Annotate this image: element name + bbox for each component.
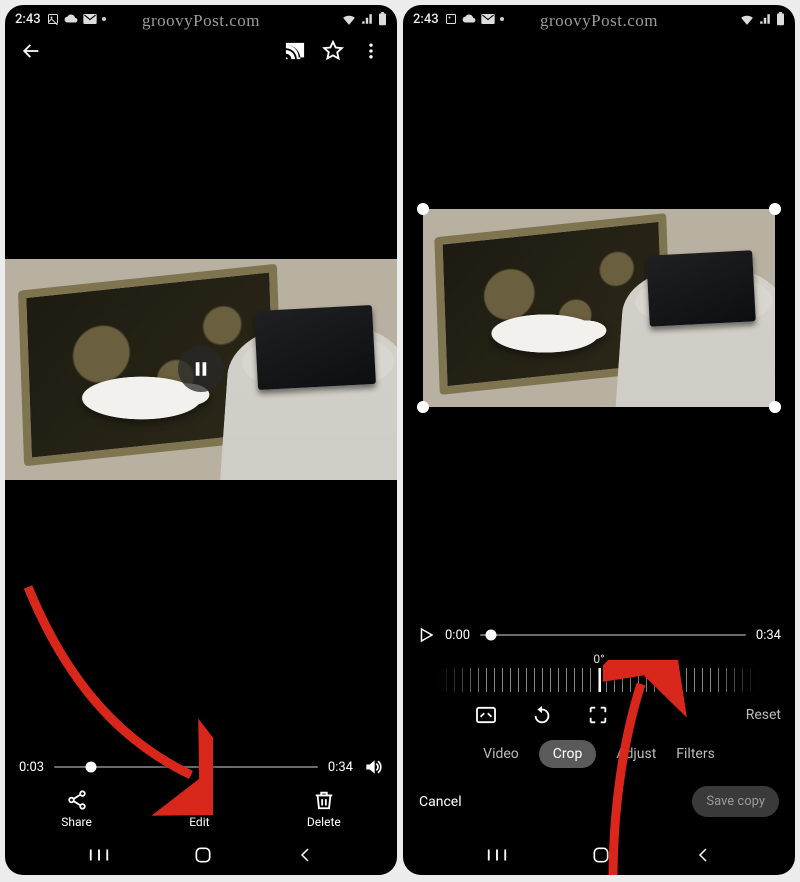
- progress-row: 0:03 0:34: [5, 751, 397, 777]
- delete-button[interactable]: Delete: [307, 789, 341, 829]
- editor-tabs: Video Crop Adjust Filters: [403, 732, 795, 776]
- signal-icon: [361, 13, 373, 25]
- overflow-menu-button[interactable]: [357, 37, 385, 65]
- progress-thumb[interactable]: [86, 762, 97, 773]
- more-notifications-dot: [500, 17, 504, 21]
- nav-home[interactable]: [193, 845, 213, 865]
- nav-recents[interactable]: [486, 846, 508, 864]
- status-bar: 2:43 groovyPost.com: [403, 5, 795, 33]
- progress-bar[interactable]: [54, 766, 318, 768]
- signal-icon: [759, 13, 771, 25]
- time-elapsed: 0:03: [19, 760, 44, 775]
- rotate-button[interactable]: [531, 704, 553, 726]
- status-bar: 2:43 groovyPost.com: [5, 5, 397, 33]
- tab-crop[interactable]: Crop: [539, 740, 597, 768]
- time-total: 0:34: [756, 628, 781, 643]
- cast-button[interactable]: [281, 37, 309, 65]
- appbar: [5, 33, 397, 69]
- volume-button[interactable]: [363, 757, 383, 777]
- crop-handle-bl[interactable]: [417, 401, 429, 413]
- time-elapsed: 0:00: [445, 628, 470, 643]
- back-button[interactable]: [17, 37, 45, 65]
- crop-area[interactable]: [423, 209, 775, 407]
- gmail-icon: [83, 14, 97, 24]
- time-total: 0:34: [328, 760, 353, 775]
- share-label: Share: [61, 815, 92, 829]
- crop-handle-tr[interactable]: [769, 203, 781, 215]
- crop-tool-row: Reset: [403, 698, 795, 732]
- gallery-icon: [445, 13, 457, 25]
- nav-back[interactable]: [296, 846, 314, 864]
- edit-button[interactable]: Edit: [188, 789, 210, 829]
- gallery-icon: [47, 13, 59, 25]
- battery-icon: [378, 12, 387, 26]
- editor-timeline: 0:00 0:34: [403, 620, 795, 644]
- watermark: groovyPost.com: [142, 11, 260, 31]
- watermark: groovyPost.com: [540, 11, 658, 31]
- transform-button[interactable]: [587, 704, 609, 726]
- cancel-button[interactable]: Cancel: [419, 794, 462, 810]
- favorite-button[interactable]: [319, 37, 347, 65]
- wifi-icon: [740, 13, 754, 25]
- cloud-icon: [64, 14, 78, 24]
- share-button[interactable]: Share: [61, 789, 92, 829]
- editor-top-spacer: [403, 33, 795, 183]
- tab-adjust[interactable]: Adjust: [616, 746, 656, 762]
- gmail-icon: [481, 14, 495, 24]
- crop-frame: [423, 209, 775, 407]
- rotation-ruler[interactable]: [438, 668, 759, 692]
- cloud-icon: [462, 14, 476, 24]
- system-nav-bar: [5, 835, 397, 875]
- crop-handle-tl[interactable]: [417, 203, 429, 215]
- rotation-control: 0°: [403, 652, 795, 692]
- editor-footer: Cancel Save copy: [403, 776, 795, 827]
- nav-recents[interactable]: [88, 846, 110, 864]
- system-nav-bar: [403, 835, 795, 875]
- video-frame: [5, 259, 397, 480]
- pause-button[interactable]: [178, 346, 224, 392]
- nav-back[interactable]: [694, 846, 712, 864]
- phone-left-viewer: 2:43 groovyPost.com: [5, 5, 397, 875]
- clock: 2:43: [15, 12, 41, 27]
- tab-filters[interactable]: Filters: [676, 746, 715, 762]
- crop-handle-br[interactable]: [769, 401, 781, 413]
- wifi-icon: [342, 13, 356, 25]
- action-bar: Share Edit Delete: [5, 777, 397, 835]
- video-viewport[interactable]: [5, 69, 397, 751]
- nav-home[interactable]: [591, 845, 611, 865]
- edit-label: Edit: [189, 815, 209, 829]
- reset-button[interactable]: Reset: [746, 707, 781, 723]
- play-button[interactable]: [417, 626, 435, 644]
- aspect-ratio-button[interactable]: [475, 706, 497, 724]
- trim-bar[interactable]: [480, 634, 746, 636]
- tab-video[interactable]: Video: [483, 746, 519, 762]
- more-notifications-dot: [102, 17, 106, 21]
- delete-label: Delete: [307, 815, 341, 829]
- battery-icon: [776, 12, 785, 26]
- phone-right-editor: 2:43 groovyPost.com: [403, 5, 795, 875]
- clock: 2:43: [413, 12, 439, 27]
- trim-thumb[interactable]: [485, 630, 496, 641]
- save-copy-button[interactable]: Save copy: [692, 786, 779, 817]
- rotation-value: 0°: [593, 652, 604, 666]
